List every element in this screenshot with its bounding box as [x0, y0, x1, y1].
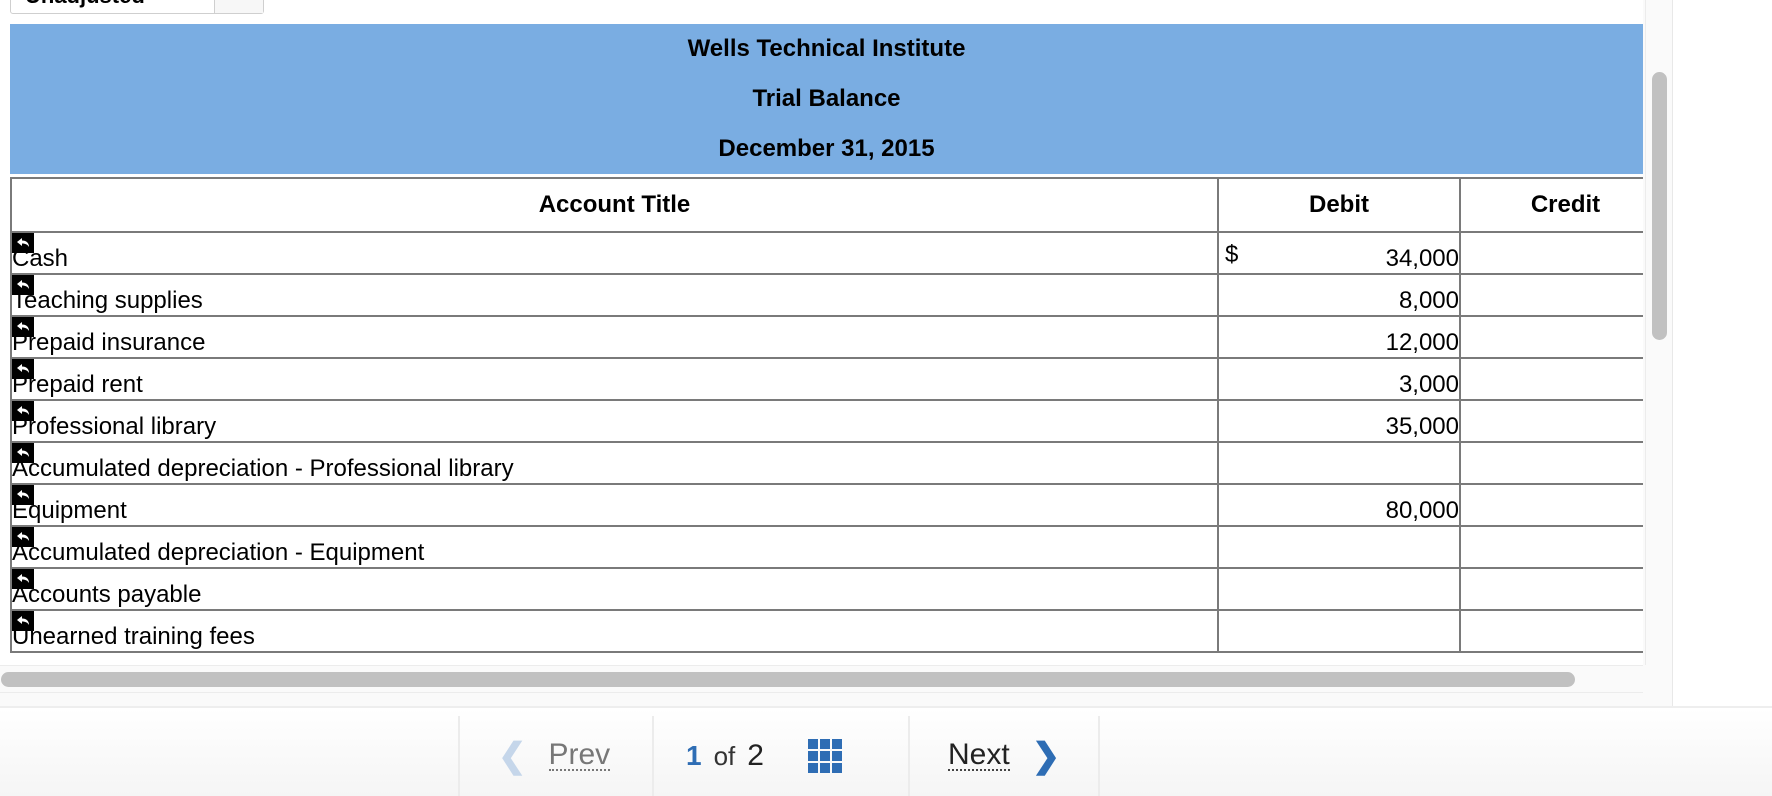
table-header-row: Account Title Debit Credit	[10, 177, 1643, 233]
debit-cell[interactable]	[1217, 525, 1461, 569]
table-row: Equipment 80,000	[10, 483, 1643, 527]
credit-cell[interactable]	[1459, 273, 1643, 317]
report-header: Wells Technical Institute Trial Balance …	[10, 24, 1643, 174]
total-pages: 2	[747, 739, 764, 772]
horizontal-scrollbar[interactable]	[0, 665, 1643, 693]
account-title-cell[interactable]: Accumulated depreciation - Equipment	[10, 525, 1219, 569]
account-title-cell[interactable]: Unearned training fees	[10, 609, 1219, 653]
balance-type-select-value: Unadjusted	[11, 0, 214, 13]
prev-button[interactable]: ❮ Prev	[458, 716, 652, 796]
pagination-bar: ❮ Prev 1 of 2 Next ❯	[0, 706, 1772, 796]
content-area: Unadjusted Wells Technical Institute Tri…	[0, 0, 1643, 665]
report-date: December 31, 2015	[718, 135, 935, 162]
debit-cell[interactable]: 80,000	[1217, 483, 1461, 527]
pager: ❮ Prev 1 of 2 Next ❯	[458, 716, 1100, 796]
credit-cell[interactable]	[1459, 315, 1643, 359]
undo-arrow-icon[interactable]	[12, 401, 34, 421]
account-title-cell[interactable]: Accounts payable	[10, 567, 1219, 611]
trial-balance-table: Account Title Debit Credit Cash $34,000 Te…	[10, 177, 1643, 653]
credit-cell[interactable]	[1459, 357, 1643, 401]
undo-arrow-icon[interactable]	[12, 317, 34, 337]
undo-arrow-icon[interactable]	[12, 527, 34, 547]
debit-cell[interactable]: 35,000	[1217, 399, 1461, 443]
debit-cell[interactable]	[1217, 441, 1461, 485]
scroll-viewport: Unadjusted Wells Technical Institute Tri…	[0, 0, 1673, 706]
credit-cell[interactable]	[1459, 483, 1643, 527]
table-row: Professional library 35,000	[10, 399, 1643, 443]
currency-symbol: $	[1225, 241, 1239, 268]
credit-cell[interactable]: 10	[1459, 441, 1643, 485]
account-title-cell[interactable]: Cash	[10, 231, 1219, 275]
debit-cell[interactable]: 3,000	[1217, 357, 1461, 401]
table-row: Prepaid insurance 12,000	[10, 315, 1643, 359]
undo-arrow-icon[interactable]	[12, 611, 34, 631]
credit-cell[interactable]: 10	[1459, 609, 1643, 653]
chevron-left-icon: ❮	[498, 737, 527, 775]
table-row: Accumulated depreciation - Equipment 15	[10, 525, 1643, 569]
column-header-credit: Credit	[1459, 177, 1643, 233]
account-title: Accumulated depreciation - Professional …	[12, 455, 514, 482]
account-title: Prepaid insurance	[12, 329, 206, 356]
debit-cell[interactable]	[1217, 609, 1461, 653]
chevron-right-icon: ❯	[1031, 737, 1061, 775]
table-row: Prepaid rent 3,000	[10, 357, 1643, 401]
credit-cell[interactable]: 15	[1459, 525, 1643, 569]
undo-arrow-icon[interactable]	[12, 569, 34, 589]
table-row: Cash $34,000	[10, 231, 1643, 275]
account-title: Accounts payable	[12, 581, 202, 608]
vertical-scrollbar-thumb[interactable]	[1652, 72, 1667, 340]
undo-arrow-icon[interactable]	[12, 233, 34, 253]
table-row: Accounts payable 26	[10, 567, 1643, 611]
account-title-cell[interactable]: Professional library	[10, 399, 1219, 443]
table-row: Teaching supplies 8,000	[10, 273, 1643, 317]
balance-type-select[interactable]: Unadjusted	[10, 0, 264, 14]
debit-amount: 3,000	[1398, 371, 1459, 398]
next-label: Next	[948, 738, 1010, 771]
undo-arrow-icon[interactable]	[12, 275, 34, 295]
account-title-cell[interactable]: Prepaid rent	[10, 357, 1219, 401]
debit-cell[interactable]: $34,000	[1217, 231, 1461, 275]
debit-amount: 12,000	[1385, 329, 1459, 356]
credit-cell[interactable]	[1459, 231, 1643, 275]
debit-amount: 8,000	[1398, 287, 1459, 314]
report-title: Trial Balance	[752, 85, 901, 112]
account-title-cell[interactable]: Accumulated depreciation - Professional …	[10, 441, 1219, 485]
of-label: of	[713, 740, 736, 771]
debit-cell[interactable]	[1217, 567, 1461, 611]
grid-view-icon[interactable]	[807, 739, 842, 773]
next-button[interactable]: Next ❯	[908, 716, 1100, 796]
undo-arrow-icon[interactable]	[12, 443, 34, 463]
account-title-cell[interactable]: Equipment	[10, 483, 1219, 527]
credit-cell[interactable]	[1459, 399, 1643, 443]
credit-cell[interactable]: 26	[1459, 567, 1643, 611]
debit-cell[interactable]: 12,000	[1217, 315, 1461, 359]
account-title: Accumulated depreciation - Equipment	[12, 539, 425, 566]
account-title-cell[interactable]: Prepaid insurance	[10, 315, 1219, 359]
debit-amount: 80,000	[1385, 497, 1459, 524]
debit-amount: 35,000	[1385, 413, 1459, 440]
prev-label: Prev	[548, 738, 611, 771]
company-name: Wells Technical Institute	[687, 35, 966, 62]
column-header-debit: Debit	[1217, 177, 1461, 233]
select-dropdown-button[interactable]	[214, 0, 263, 13]
debit-cell[interactable]: 8,000	[1217, 273, 1461, 317]
column-header-account-title: Account Title	[10, 177, 1219, 233]
account-title-cell[interactable]: Teaching supplies	[10, 273, 1219, 317]
account-title: Unearned training fees	[12, 623, 255, 650]
debit-amount: 34,000	[1385, 245, 1459, 272]
vertical-scrollbar[interactable]	[1645, 0, 1672, 665]
account-title: Teaching supplies	[12, 287, 203, 314]
undo-arrow-icon[interactable]	[12, 359, 34, 379]
table-row: Unearned training fees 10	[10, 609, 1643, 653]
table-row: Accumulated depreciation - Professional …	[10, 441, 1643, 485]
account-title: Professional library	[12, 413, 217, 440]
horizontal-scrollbar-thumb[interactable]	[1, 672, 1575, 687]
page-indicator: 1 of 2	[652, 716, 908, 796]
current-page: 1	[686, 740, 702, 771]
undo-arrow-icon[interactable]	[12, 485, 34, 505]
